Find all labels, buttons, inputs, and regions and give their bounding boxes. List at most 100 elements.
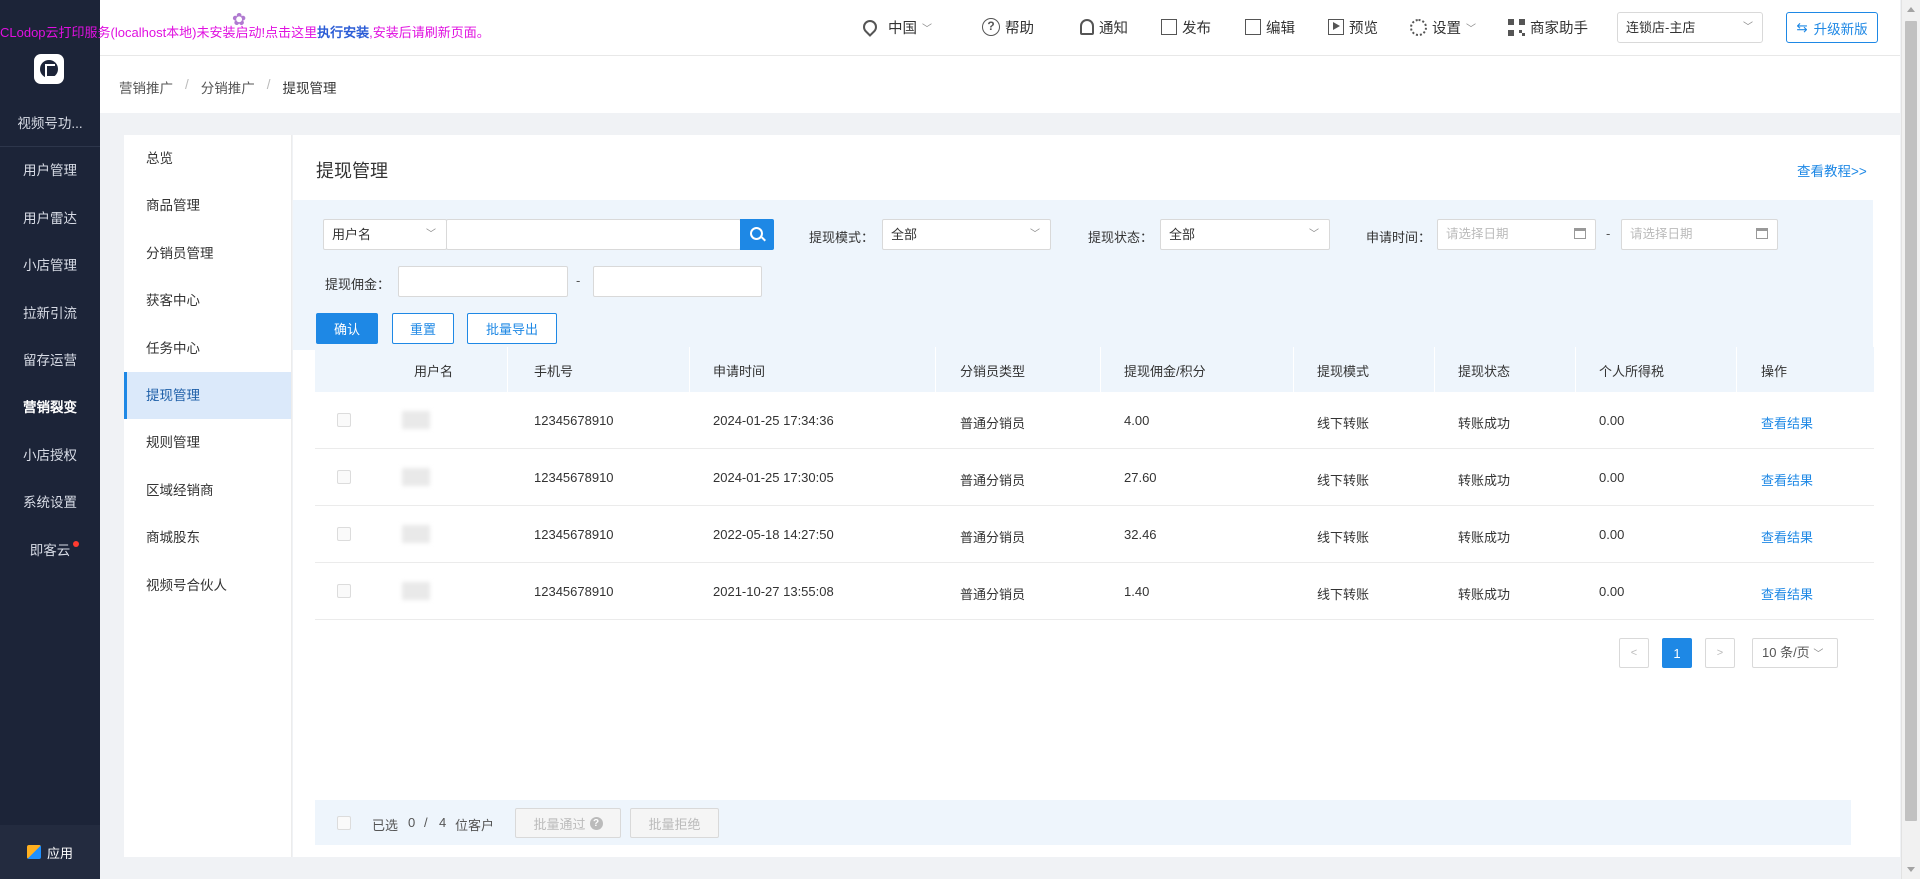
submenu-item-withdrawals[interactable]: 提现管理	[124, 371, 291, 420]
clodop-notice-prefix: CLodop云打印服务(localhost本地)未安装启动!点击这里	[0, 25, 318, 40]
submenu-item-products[interactable]: 商品管理	[124, 182, 291, 229]
sidebar-item-authorize[interactable]: 小店授权	[0, 432, 100, 479]
column-divider	[1293, 347, 1294, 392]
commission-max-input[interactable]	[593, 266, 762, 297]
scroll-up-arrow-icon[interactable]	[1907, 7, 1915, 12]
breadcrumb-item[interactable]: 分销推广	[201, 77, 255, 97]
cell-distributor-type: 普通分销员	[960, 473, 1026, 488]
sidebar-item-radar[interactable]: 用户雷达	[0, 195, 100, 242]
calendar-icon	[1574, 228, 1586, 239]
withdraw-status-select[interactable]: 全部 ﹀	[1160, 219, 1330, 250]
withdraw-mode-select[interactable]: 全部 ﹀	[882, 219, 1051, 250]
tutorial-link[interactable]: 查看教程>>	[1797, 160, 1867, 180]
cell-amount: 27.60	[1124, 470, 1157, 485]
sidebar-item-jikeyun[interactable]: 即客云	[0, 527, 100, 574]
commission-range-dash: -	[576, 273, 581, 288]
search-field-select[interactable]: 用户名 ﹀	[323, 219, 447, 250]
withdraw-mode-label: 提现模式：	[809, 230, 875, 245]
submenu-item-regional-dealers[interactable]: 区域经销商	[124, 467, 291, 514]
cell-phone: 12345678910	[534, 584, 614, 599]
view-result-link[interactable]: 查看结果	[1761, 584, 1813, 603]
cell-apply-time: 2024-01-25 17:34:36	[713, 413, 834, 428]
sidebar-item-acquisition[interactable]: 拉新引流	[0, 290, 100, 337]
settings-button[interactable]: 设置 ﹀	[1410, 16, 1476, 38]
help-button[interactable]: ? 帮助	[982, 16, 1034, 38]
apps-button[interactable]: 应用	[0, 825, 100, 879]
submenu-item-rules[interactable]: 规则管理	[124, 419, 291, 466]
start-date-input[interactable]: 请选择日期	[1437, 219, 1596, 250]
sidebar-item-video[interactable]: 视频号功...	[0, 100, 100, 148]
withdraw-status-value: 全部	[1169, 227, 1196, 242]
batch-reject-button[interactable]: 批量拒绝	[630, 808, 719, 838]
prev-page-button[interactable]: <	[1619, 638, 1649, 668]
search-button[interactable]	[740, 219, 774, 250]
breadcrumb-item[interactable]: 营销推广	[119, 77, 173, 97]
batch-approve-button[interactable]: 批量通过 ?	[515, 808, 621, 838]
sidebar-item-users[interactable]: 用户管理	[0, 147, 100, 194]
sidebar-item-settings[interactable]: 系统设置	[0, 479, 100, 526]
end-date-input[interactable]: 请选择日期	[1621, 219, 1778, 250]
breadcrumb-bar: 营销推广 / 分销推广 / 提现管理	[100, 56, 1900, 113]
cell-status: 转账成功	[1458, 587, 1511, 602]
secondary-menu: 总览 商品管理 分销员管理 获客中心 任务中心 提现管理 规则管理 区域经销商 …	[124, 135, 292, 857]
submenu-item-tasks[interactable]: 任务中心	[124, 325, 291, 372]
filter-panel: 用户名 ﹀ 提现模式： 全部 ﹀ 提现状态： 全部 ﹀ 申请时间： 请选择日期 …	[293, 200, 1873, 350]
sidebar-item-retention[interactable]: 留存运营	[0, 337, 100, 384]
column-header-username: 用户名	[414, 364, 454, 379]
column-divider	[689, 347, 690, 392]
submenu-item-acquisition[interactable]: 获客中心	[124, 277, 291, 324]
publish-button[interactable]: 发布	[1161, 16, 1211, 38]
scrollbar-thumb[interactable]	[1905, 21, 1917, 821]
region-selector[interactable]: 中国 ﹀	[860, 16, 932, 38]
calendar-icon	[1756, 228, 1768, 239]
preview-button[interactable]: 预览	[1328, 16, 1378, 38]
submenu-item-distributors[interactable]: 分销员管理	[124, 230, 291, 277]
select-all-checkbox[interactable]	[337, 816, 351, 830]
sidebar-item-shop[interactable]: 小店管理	[0, 242, 100, 289]
install-link[interactable]: 执行安装	[317, 25, 369, 40]
next-page-button[interactable]: >	[1705, 638, 1735, 668]
row-checkbox[interactable]	[337, 470, 351, 484]
app-logo[interactable]	[34, 54, 64, 84]
confirm-button[interactable]: 确认	[316, 313, 378, 344]
edit-button[interactable]: 编辑	[1245, 16, 1295, 38]
column-header-actions: 操作	[1761, 364, 1788, 379]
notify-button[interactable]: 通知	[1080, 16, 1128, 38]
cell-phone: 12345678910	[534, 527, 614, 542]
cell-amount: 1.40	[1124, 584, 1150, 599]
preview-label: 预览	[1349, 20, 1378, 37]
withdraw-status-label: 提现状态：	[1088, 230, 1154, 245]
store-select[interactable]: 连锁店-主店 ﹀	[1617, 12, 1763, 43]
column-divider	[1100, 347, 1101, 392]
vertical-scrollbar[interactable]	[1901, 0, 1920, 879]
upgrade-button[interactable]: ⇆ 升级新版	[1786, 12, 1878, 43]
cell-tax: 0.00	[1599, 527, 1625, 542]
page-1-button[interactable]: 1	[1662, 638, 1692, 668]
location-pin-icon	[860, 17, 880, 37]
table-row: 12345678910 2021-10-27 13:55:08 普通分销员 1.…	[315, 563, 1874, 620]
view-result-link[interactable]: 查看结果	[1761, 527, 1813, 546]
commission-min-input[interactable]	[398, 266, 568, 297]
row-checkbox[interactable]	[337, 584, 351, 598]
submenu-item-shareholders[interactable]: 商城股东	[124, 514, 291, 561]
view-result-link[interactable]: 查看结果	[1761, 413, 1813, 432]
scroll-down-arrow-icon[interactable]	[1907, 867, 1915, 872]
merchant-assistant-button[interactable]: 商家助手	[1508, 16, 1588, 38]
column-header-distributor-type: 分销员类型	[960, 364, 1026, 379]
cell-tax: 0.00	[1599, 584, 1625, 599]
column-divider	[507, 347, 508, 392]
submenu-item-video-partners[interactable]: 视频号合伙人	[124, 562, 291, 609]
main-sidebar: 视频号功... 用户管理 用户雷达 小店管理 拉新引流 留存运营 营销裂变 小店…	[0, 0, 100, 879]
cell-amount: 4.00	[1124, 413, 1150, 428]
row-checkbox[interactable]	[337, 527, 351, 541]
batch-export-button[interactable]: 批量导出	[467, 313, 557, 344]
view-result-link[interactable]: 查看结果	[1761, 470, 1813, 489]
submenu-item-overview[interactable]: 总览	[124, 135, 291, 182]
row-checkbox[interactable]	[337, 413, 351, 427]
reset-button[interactable]: 重置	[392, 313, 454, 344]
date-range-dash: -	[1606, 226, 1611, 241]
top-bar: CLodop云打印服务(localhost本地)未安装启动!点击这里执行安装,安…	[0, 0, 1900, 56]
search-input[interactable]	[446, 219, 741, 250]
sidebar-item-marketing[interactable]: 营销裂变	[0, 384, 100, 431]
page-size-select[interactable]: 10 条/页 ﹀	[1752, 638, 1838, 668]
